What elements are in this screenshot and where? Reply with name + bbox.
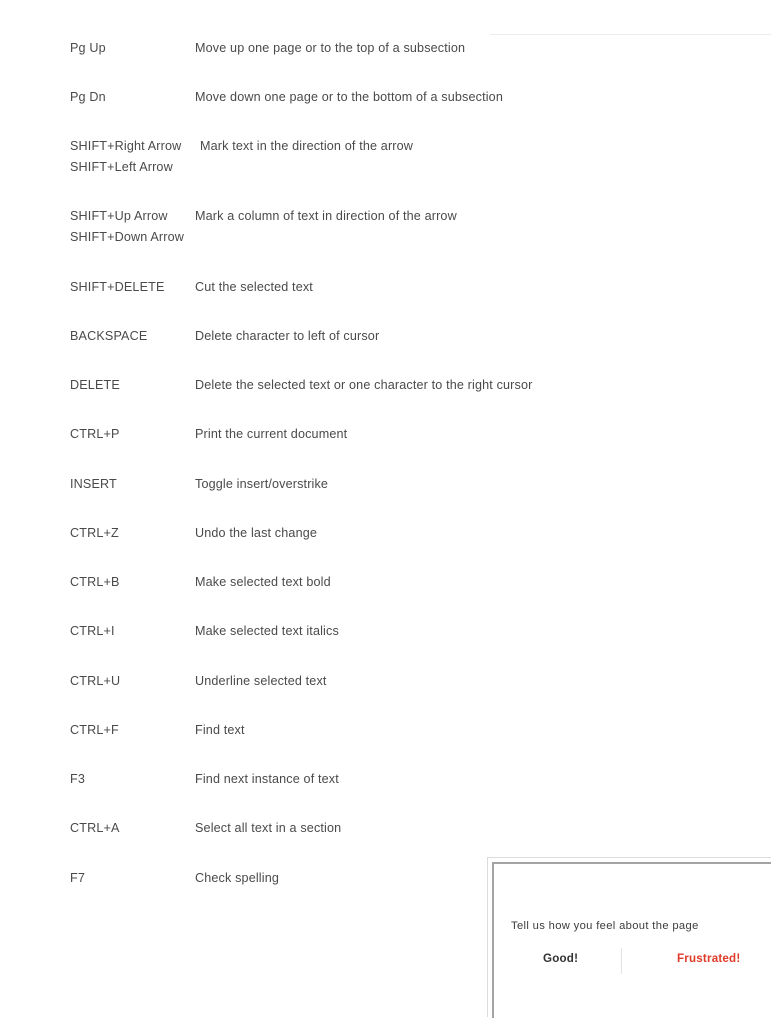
shortcut-description-cell: Find text [195, 723, 245, 737]
table-row: CTRL+B Make selected text bold [0, 572, 771, 593]
shortcut-key-cell: CTRL+U [70, 674, 121, 688]
table-row: SHIFT+Up Arrow SHIFT+Down Arrow Mark a co… [0, 206, 771, 247]
table-row: CTRL+U Underline selected text [0, 671, 771, 692]
shortcut-description-cell: Cut the selected text [195, 280, 313, 294]
table-row: Pg Dn Move down one page or to the bottom… [0, 87, 771, 108]
table-row: CTRL+P Print the current document [0, 424, 771, 445]
table-row: CTRL+A Select all text in a section [0, 818, 771, 839]
shortcut-description-cell: Undo the last change [195, 526, 318, 540]
feedback-divider [621, 948, 622, 974]
feedback-widget: Tell us how you feel about the page Good… [487, 857, 771, 1018]
shortcut-description-cell: Select all text in a section [195, 821, 342, 835]
feedback-prompt-label: Tell us how you feel about the page [511, 920, 699, 932]
shortcut-key-cell: SHIFT+DELETE [70, 280, 165, 294]
shortcut-key-cell: INSERT [70, 477, 117, 491]
shortcut-key-cell: SHIFT+Up Arrow SHIFT+Down Arrow [70, 209, 185, 244]
shortcut-key-cell: CTRL+A [70, 821, 120, 835]
shortcut-key-cell: BACKSPACE [70, 329, 148, 343]
shortcut-description-cell: Make selected text italics [195, 624, 339, 638]
table-row: SHIFT+DELETE Cut the selected text [0, 277, 771, 298]
shortcut-key-cell: SHIFT+Right Arrow SHIFT+Left Arrow [70, 139, 182, 174]
top-divider-rule [490, 34, 771, 35]
table-row: DELETE Delete the selected text or one ch… [0, 375, 771, 396]
shortcut-description-cell: Check spelling [195, 871, 280, 885]
page-root: Pg Up Move up one page or to the top of a… [0, 0, 771, 1018]
shortcut-key-cell: Pg Up [70, 41, 106, 55]
feedback-widget-inner-frame: Tell us how you feel about the page Good… [492, 862, 771, 1018]
shortcut-key-cell: DELETE [70, 378, 120, 392]
shortcut-description-cell: Make selected text bold [195, 575, 331, 589]
shortcut-description-cell: Delete the selected text or one characte… [195, 378, 533, 392]
shortcut-key-cell: CTRL+Z [70, 526, 119, 540]
table-row: CTRL+I Make selected text italics [0, 621, 771, 642]
table-row: SHIFT+Right Arrow SHIFT+Left Arrow Mark t… [0, 136, 771, 177]
shortcut-key-cell: F3 [70, 772, 85, 786]
feedback-frustrated-button[interactable]: Frustrated! [677, 952, 740, 965]
table-row: BACKSPACE Delete character to left of cur… [0, 326, 771, 347]
shortcut-description-cell: Print the current document [195, 427, 348, 441]
table-row: INSERT Toggle insert/overstrike [0, 474, 771, 495]
shortcut-description-cell: Underline selected text [195, 674, 327, 688]
shortcut-key-cell: CTRL+P [70, 427, 120, 441]
shortcut-description-cell: Move down one page or to the bottom of a… [195, 90, 503, 104]
table-row: CTRL+Z Undo the last change [0, 523, 771, 544]
shortcut-description-cell: Mark a column of text in direction of th… [195, 209, 457, 223]
table-row: CTRL+F Find text [0, 720, 771, 741]
shortcut-key-cell: Pg Dn [70, 90, 106, 104]
table-row: F3 Find next instance of text [0, 769, 771, 790]
shortcut-description-cell: Mark text in the direction of the arrow [200, 139, 414, 153]
shortcut-description-cell: Move up one page or to the top of a subs… [195, 41, 466, 55]
shortcut-key-cell: F7 [70, 871, 85, 885]
shortcut-description-cell: Find next instance of text [195, 772, 339, 786]
table-row: Pg Up Move up one page or to the top of a… [0, 38, 771, 59]
shortcut-key-cell: CTRL+B [70, 575, 120, 589]
shortcut-key-cell: CTRL+F [70, 723, 119, 737]
shortcut-description-cell: Toggle insert/overstrike [195, 477, 329, 491]
feedback-actions: Good! Frustrated! [511, 948, 771, 978]
shortcut-description-cell: Delete character to left of cursor [195, 329, 380, 343]
shortcut-key-cell: CTRL+I [70, 624, 115, 638]
feedback-good-button[interactable]: Good! [543, 952, 578, 965]
